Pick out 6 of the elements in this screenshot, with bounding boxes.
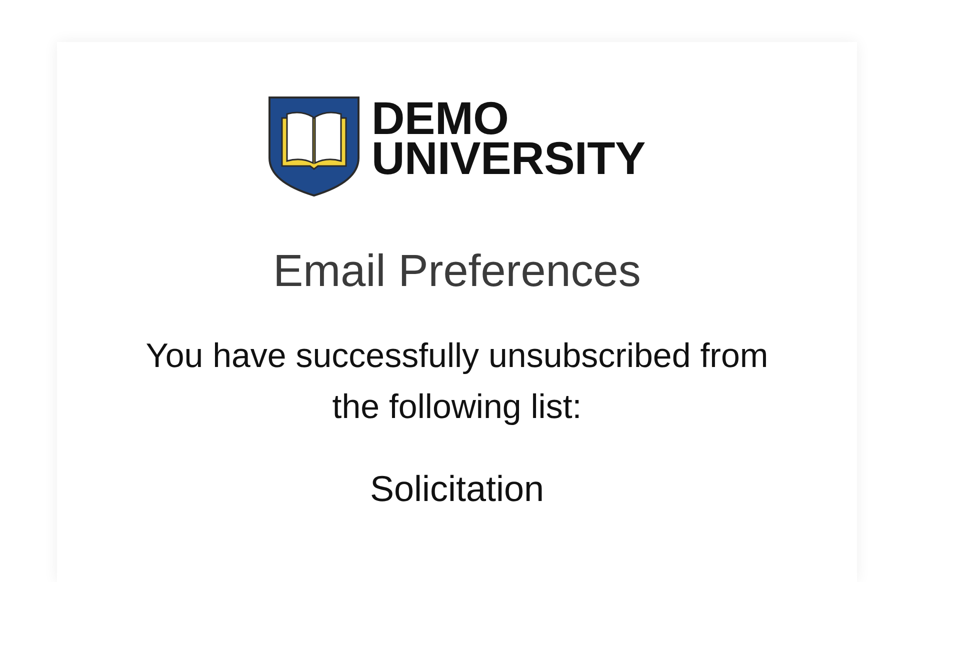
logo-text: UNIVERSITY (371, 138, 646, 178)
list-name: Solicitation (368, 467, 546, 510)
page-title: Email Preferences (272, 244, 642, 298)
logo-text: DEMO (371, 98, 509, 138)
unsubscribe-message: You have successfully unsubscribed from the following list: (144, 336, 770, 428)
shield-book-icon (268, 96, 360, 197)
